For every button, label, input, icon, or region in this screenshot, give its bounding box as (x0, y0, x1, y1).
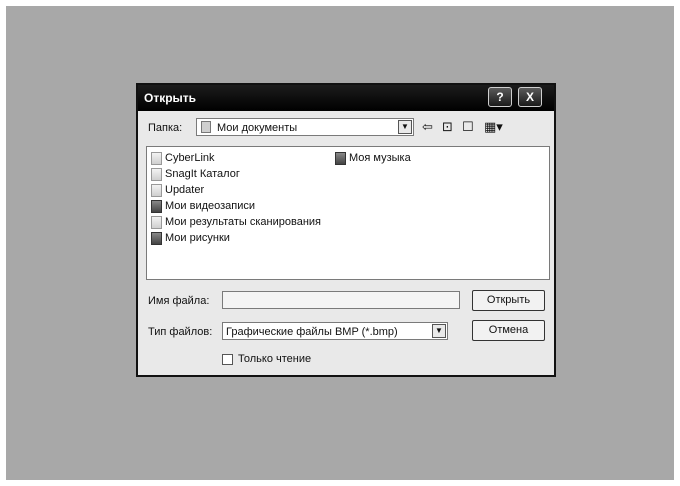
folder-icon (151, 152, 162, 165)
folder-select[interactable]: Мои документы ▼ (196, 118, 414, 136)
open-button[interactable]: Открыть (472, 290, 545, 311)
readonly-checkbox[interactable] (222, 354, 233, 365)
back-arrow-icon[interactable]: ⇦ (422, 120, 433, 136)
up-folder-icon[interactable]: ⊡ (442, 120, 453, 136)
filetype-label: Тип файлов: (148, 326, 213, 338)
readonly-label: Только чтение (238, 353, 312, 365)
new-folder-icon[interactable]: ☐ (462, 120, 474, 136)
chevron-down-icon[interactable]: ▼ (398, 120, 412, 134)
dialog-title: Открыть (144, 91, 197, 105)
open-file-dialog: Открыть ? X Папка: Мои документы ▼ ⇦ ⊡ ☐… (136, 83, 556, 377)
chevron-down-icon[interactable]: ▼ (432, 324, 446, 338)
filename-label: Имя файла: (148, 295, 210, 307)
help-button[interactable]: ? (488, 87, 512, 107)
music-folder-icon (335, 152, 346, 165)
folder-icon (151, 168, 162, 181)
filetype-select-value: Графические файлы BMP (*.bmp) (226, 326, 398, 338)
documents-folder-icon (201, 121, 211, 133)
cancel-button[interactable]: Отмена (472, 320, 545, 341)
close-button[interactable]: X (518, 87, 542, 107)
filename-input[interactable] (222, 291, 460, 309)
folder-select-value: Мои документы (217, 122, 298, 134)
title-bar[interactable]: Открыть ? X (138, 85, 554, 111)
folder-label: Папка: (148, 122, 183, 134)
folder-icon (151, 184, 162, 197)
view-menu-icon[interactable]: ▦▾ (484, 120, 503, 136)
video-folder-icon (151, 200, 162, 213)
folder-icon (151, 216, 162, 229)
pictures-folder-icon (151, 232, 162, 245)
file-list[interactable]: CyberLink SnagIt Каталог Updater Мои вид… (146, 146, 550, 280)
filetype-select[interactable]: Графические файлы BMP (*.bmp) ▼ (222, 322, 448, 340)
